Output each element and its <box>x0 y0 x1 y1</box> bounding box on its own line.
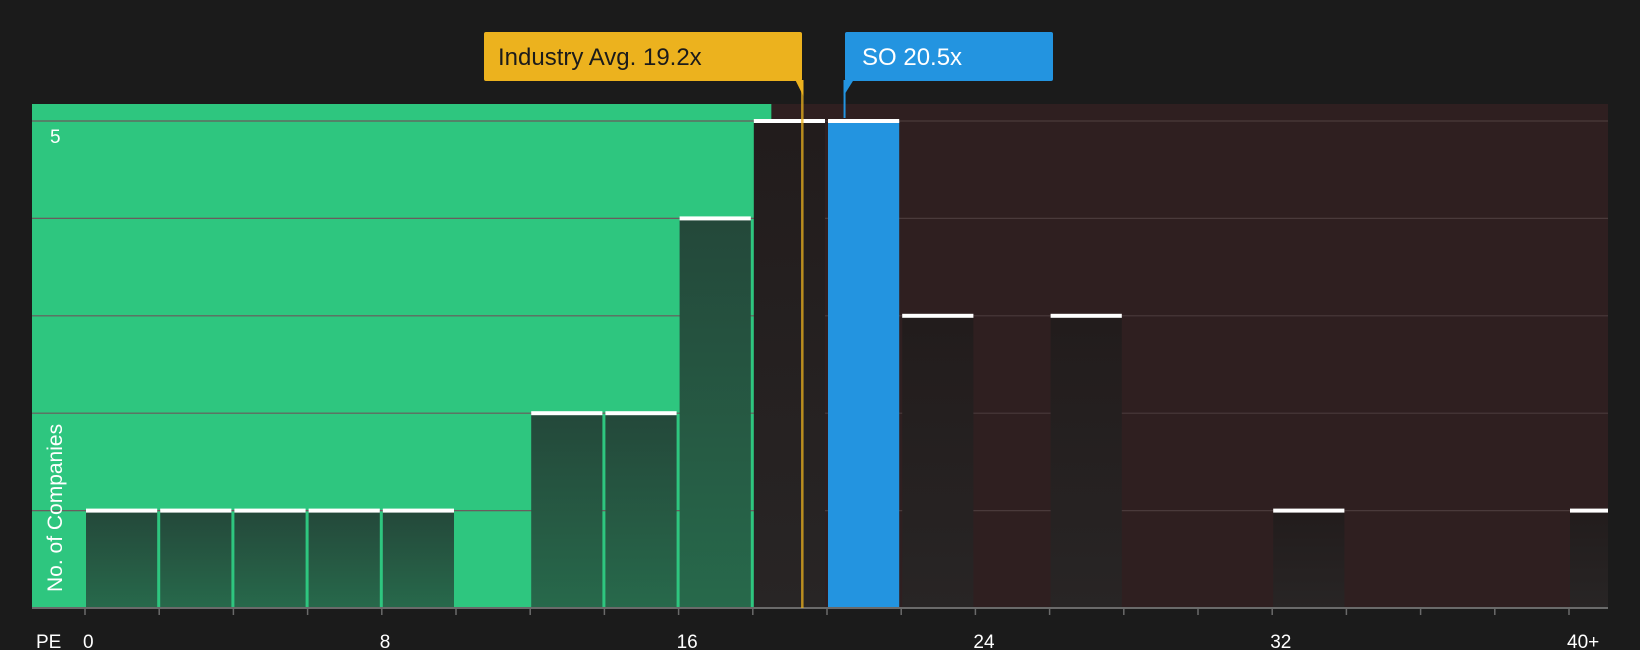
bar <box>605 413 677 608</box>
bar <box>1570 510 1608 608</box>
industry-avg-label: Industry Avg. 19.2x <box>498 44 702 71</box>
bar-top-cap <box>828 119 900 123</box>
x-tick-label: 8 <box>380 632 391 650</box>
y-tick-label: 5 <box>50 127 61 148</box>
chart-canvas: 0 8 16 24 32 40+ 5 Industry Avg. 19.2x SO 20.5x… <box>32 32 1608 650</box>
bar-top-cap <box>86 508 158 513</box>
bar <box>234 510 306 608</box>
bar-top-cap <box>679 216 751 221</box>
bar-top-cap <box>1050 313 1122 318</box>
bar <box>902 315 974 608</box>
bar <box>531 413 603 608</box>
bar-top-cap <box>234 508 306 513</box>
company-label: SO 20.5x <box>862 44 962 71</box>
bar-top-cap <box>382 508 454 513</box>
bar-top-cap <box>160 508 232 513</box>
bar <box>1050 315 1122 608</box>
bar <box>308 510 380 608</box>
bar <box>160 510 232 608</box>
bar-top-cap <box>1273 508 1345 513</box>
bar <box>753 121 825 608</box>
pe-distribution-chart: 0 8 16 24 32 40+ 5 Industry Avg. 19.2x SO 20.5x… <box>0 0 1640 650</box>
x-tick-label: 40+ <box>1567 632 1599 650</box>
bar-top-cap <box>1570 508 1608 513</box>
bar-top-cap <box>531 411 603 416</box>
x-tick-label: 16 <box>677 632 698 650</box>
bar-top-cap <box>308 508 380 513</box>
bar-company <box>828 121 900 608</box>
x-tick-label: 32 <box>1270 632 1291 650</box>
y-axis-label: No. of Companies <box>44 424 67 592</box>
x-tick-label: 24 <box>973 632 995 650</box>
x-axis-label: PE <box>36 632 61 650</box>
bar <box>679 218 751 608</box>
bar <box>382 510 454 608</box>
company-pointer <box>843 80 854 96</box>
x-tick-label: 0 <box>83 632 94 650</box>
bar-top-cap <box>605 411 677 416</box>
bar-top-cap <box>902 313 974 318</box>
bar <box>1273 510 1345 608</box>
bar-top-cap <box>753 119 825 123</box>
bar <box>86 510 158 608</box>
